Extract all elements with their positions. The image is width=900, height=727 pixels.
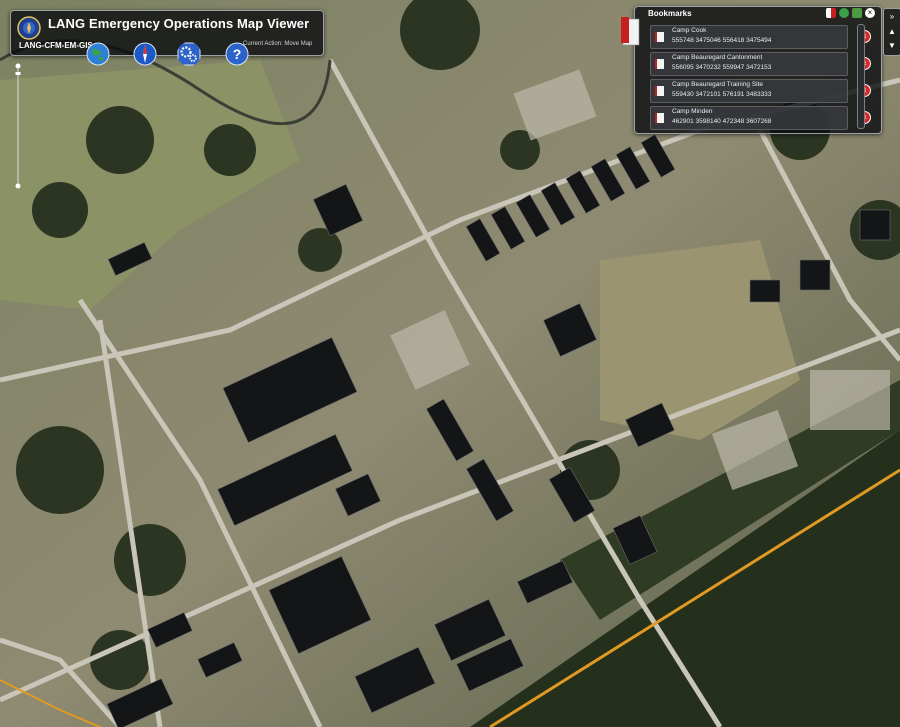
bookmark-icon (655, 59, 664, 69)
app-header: LANG Emergency Operations Map Viewer LAN… (10, 10, 324, 56)
bookmark-coords: 559430 3472101 576191 3483333 (672, 91, 772, 98)
globe-icon[interactable] (86, 42, 110, 66)
bookmark-icon (655, 32, 664, 42)
bookmark-list: Camp Cook 555748 3475046 556418 3475494 … (650, 25, 871, 133)
zoom-in-icon (15, 63, 21, 69)
bookmark-name: Camp Beauregard Training Site (672, 81, 764, 88)
zoom-slider[interactable] (15, 62, 21, 190)
bookmark-name: Camp Minden (672, 108, 713, 115)
help-icon[interactable]: ? (225, 42, 249, 66)
bookmark-icon (655, 113, 664, 123)
bookmark-toolbar: × (826, 8, 875, 18)
bookmark-item[interactable]: Camp Cook 555748 3475046 556418 3475494 … (650, 25, 871, 49)
bookmark-coords: 555748 3475046 556418 3475494 (672, 37, 772, 44)
bookmark-icon (655, 86, 664, 96)
edit-bookmark-icon[interactable] (852, 8, 862, 18)
pan-up-icon[interactable]: ▲ (887, 27, 897, 37)
zoom-out-icon (15, 183, 21, 189)
app-title: LANG Emergency Operations Map Viewer (48, 16, 310, 31)
close-icon[interactable]: × (865, 8, 875, 18)
bookmark-item[interactable]: Camp Beauregard Cantonment 556095 347023… (650, 52, 871, 76)
bookmark-scrollbar[interactable] (857, 24, 865, 129)
zoom-thumb (15, 72, 21, 75)
app-subtitle: LANG-CFM-EM-GIS (19, 41, 93, 50)
bookmark-name: Camp Beauregard Cantonment (672, 54, 763, 61)
pan-down-icon[interactable]: ▼ (887, 41, 897, 51)
expand-icon[interactable]: » (887, 12, 897, 22)
svg-text:?: ? (233, 46, 242, 62)
bookmark-book-icon (621, 17, 640, 46)
bookmark-item[interactable]: Camp Minden 462901 3598140 472348 360726… (650, 106, 871, 130)
bookmark-coords: 462901 3598140 472348 3607268 (672, 118, 772, 125)
add-bookmark-icon[interactable] (826, 8, 836, 18)
bookmark-name: Camp Cook (672, 27, 707, 34)
bookmarks-title: Bookmarks (648, 9, 692, 18)
traffic-light-icon[interactable] (839, 8, 849, 18)
bookmarks-panel: Bookmarks × Camp Cook 555748 3475046 556… (621, 6, 882, 134)
bookmark-item[interactable]: Camp Beauregard Training Site 559430 347… (650, 79, 871, 103)
navigation-rail: » ▲ ▼ (883, 8, 900, 56)
bookmark-coords: 556095 3470232 559947 3472153 (672, 64, 772, 71)
current-action-label: Current Action: Move Map (243, 41, 313, 47)
settings-icon[interactable] (177, 42, 201, 66)
lang-logo-icon (17, 16, 41, 40)
compass-icon[interactable] (133, 42, 157, 66)
